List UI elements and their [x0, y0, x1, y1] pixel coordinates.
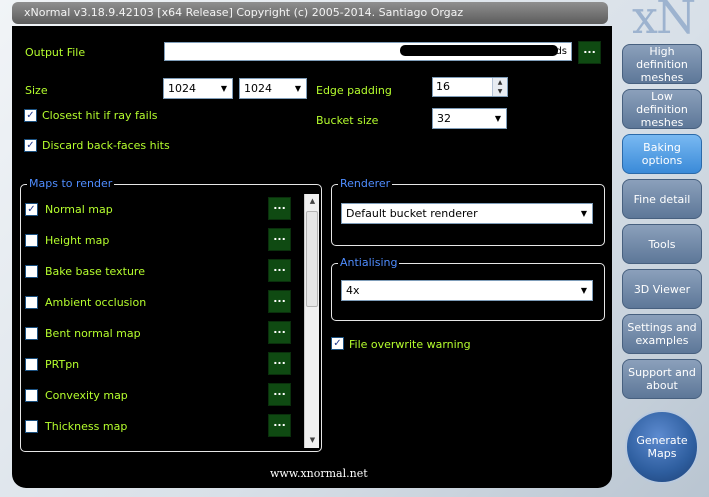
height-map-label: Height map	[45, 234, 110, 247]
convexity-map-settings-button[interactable]: ...	[268, 383, 291, 406]
thickness-map-settings-button[interactable]: ...	[268, 414, 291, 437]
chevron-down-icon[interactable]: ▼	[581, 281, 587, 300]
antialiasing-title: Antialising	[338, 256, 400, 269]
closest-hit-label: Closest hit if ray fails	[42, 109, 158, 122]
edge-padding-label: Edge padding	[316, 84, 392, 97]
thickness-map-label: Thickness map	[45, 420, 128, 433]
maps-to-render-group: Maps to render	[20, 177, 322, 452]
thickness-map-checkbox[interactable]	[25, 420, 38, 433]
spin-down-icon[interactable]: ▼	[492, 87, 507, 96]
size-width-value: 1024	[168, 82, 196, 95]
prtpn-settings-button[interactable]: ...	[268, 352, 291, 375]
edge-padding-spinner[interactable]: 16 ▲ ▼	[432, 77, 508, 97]
bake-base-texture-label: Bake base texture	[45, 265, 145, 278]
maps-to-render-title: Maps to render	[27, 177, 115, 190]
bent-normal-map-checkbox[interactable]	[25, 327, 38, 340]
output-file-browse-button[interactable]: ...	[578, 41, 601, 64]
bent-normal-map-label: Bent normal map	[45, 327, 141, 340]
bake-base-texture-checkbox[interactable]	[25, 265, 38, 278]
sidebar-item-fine-detail[interactable]: Fine detail	[622, 179, 702, 219]
convexity-map-checkbox[interactable]	[25, 389, 38, 402]
closest-hit-checkbox[interactable]: ✓	[24, 109, 37, 122]
height-map-settings-button[interactable]: ...	[268, 228, 291, 251]
prtpn-checkbox[interactable]	[25, 358, 38, 371]
generate-maps-button[interactable]: Generate Maps	[625, 410, 699, 484]
size-height-select[interactable]: 1024 ▼	[239, 78, 307, 99]
maps-scrollbar[interactable]: ▲ ▼	[304, 194, 319, 448]
sidebar-item-3d-viewer[interactable]: 3D Viewer	[622, 269, 702, 309]
file-overwrite-label: File overwrite warning	[349, 338, 471, 351]
prtpn-label: PRTpn	[45, 358, 80, 371]
sidebar-item-support-and-about[interactable]: Support and about	[622, 359, 702, 399]
ambient-occlusion-label: Ambient occlusion	[45, 296, 147, 309]
antialiasing-select[interactable]: 4x ▼	[341, 280, 593, 301]
antialiasing-value: 4x	[346, 284, 360, 297]
bent-normal-map-settings-button[interactable]: ...	[268, 321, 291, 344]
output-file-redaction	[400, 45, 558, 56]
spin-up-icon[interactable]: ▲	[492, 78, 507, 87]
scroll-down-icon[interactable]: ▼	[305, 433, 320, 448]
normal-map-checkbox[interactable]: ✓	[25, 203, 38, 216]
chevron-down-icon: ▼	[494, 114, 501, 123]
ambient-occlusion-settings-button[interactable]: ...	[268, 290, 291, 313]
xnormal-logo: xN	[632, 0, 696, 44]
window-title-bar: xNormal v3.18.9.42103 [x64 Release] Copy…	[12, 2, 608, 24]
height-map-checkbox[interactable]	[25, 234, 38, 247]
convexity-map-label: Convexity map	[45, 389, 128, 402]
sidebar-item-low-definition-meshes[interactable]: Low definition meshes	[622, 89, 702, 129]
bucket-size-value: 32	[437, 112, 451, 125]
normal-map-settings-button[interactable]: ...	[268, 197, 291, 220]
bucket-size-select[interactable]: 32 ▼	[432, 108, 507, 129]
renderer-title: Renderer	[338, 177, 393, 190]
bucket-size-label: Bucket size	[316, 114, 379, 127]
edge-padding-value: 16	[436, 80, 450, 93]
size-height-value: 1024	[244, 82, 272, 95]
renderer-select[interactable]: Default bucket renderer ▼	[341, 203, 593, 224]
file-overwrite-checkbox[interactable]: ✓	[331, 337, 344, 350]
website-link[interactable]: www.xnormal.net	[270, 467, 368, 480]
normal-map-label: Normal map	[45, 203, 113, 216]
scroll-thumb[interactable]	[306, 211, 318, 307]
discard-back-faces-label: Discard back-faces hits	[42, 139, 170, 152]
scroll-up-icon[interactable]: ▲	[305, 194, 320, 209]
chevron-down-icon: ▼	[294, 84, 301, 93]
sidebar-item-baking-options[interactable]: Baking options	[622, 134, 702, 174]
size-width-select[interactable]: 1024 ▼	[163, 78, 233, 99]
chevron-down-icon[interactable]: ▼	[581, 204, 587, 223]
sidebar-item-settings-and-examples[interactable]: Settings and examples	[622, 314, 702, 354]
ambient-occlusion-checkbox[interactable]	[25, 296, 38, 309]
discard-back-faces-checkbox[interactable]: ✓	[24, 139, 37, 152]
output-file-label: Output File	[25, 46, 86, 59]
bake-base-texture-settings-button[interactable]: ...	[268, 259, 291, 282]
sidebar-item-tools[interactable]: Tools	[622, 224, 702, 264]
size-label: Size	[25, 84, 48, 97]
chevron-down-icon: ▼	[220, 84, 227, 93]
renderer-value: Default bucket renderer	[346, 207, 478, 220]
sidebar-item-high-definition-meshes[interactable]: High definition meshes	[622, 44, 702, 84]
